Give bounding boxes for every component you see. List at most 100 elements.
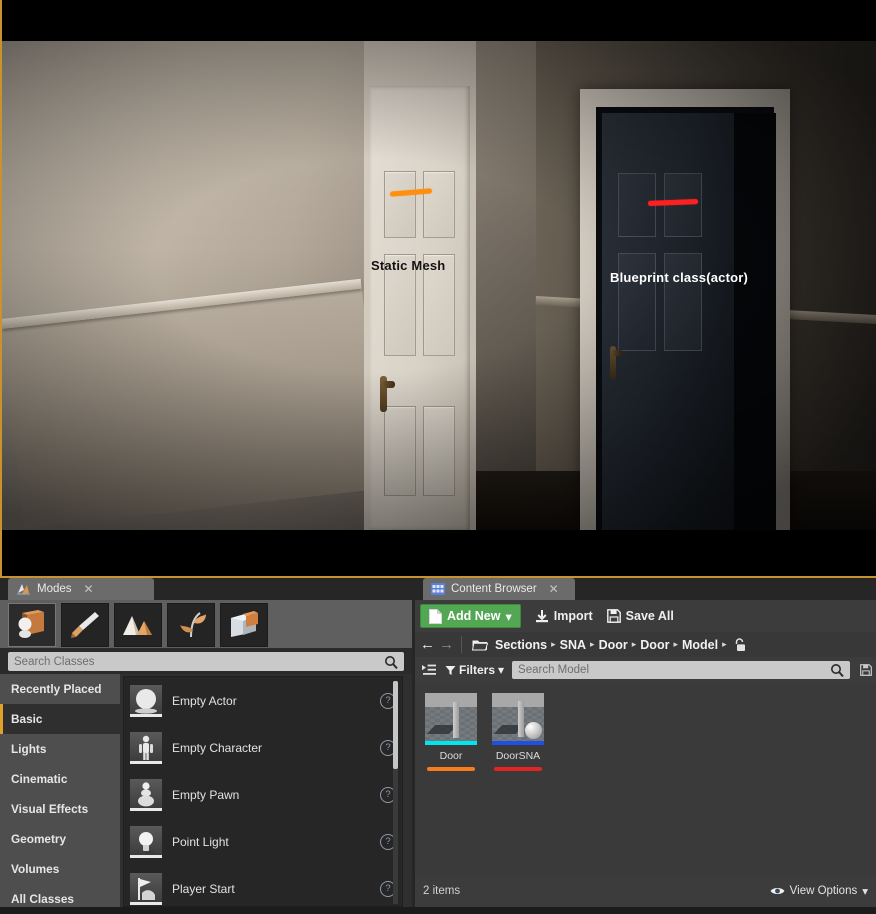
asset-card-doorsna[interactable]: DoorSNA xyxy=(492,693,544,771)
breadcrumb-item-sections[interactable]: Sections xyxy=(495,638,547,652)
breadcrumb-item-door-2[interactable]: Door xyxy=(640,638,669,652)
save-search-icon[interactable] xyxy=(860,664,872,676)
sidebar-item-basic[interactable]: Basic xyxy=(0,704,120,734)
sidebar-item-visual-effects[interactable]: Visual Effects xyxy=(0,794,120,824)
sidebar-item-all-classes[interactable]: All Classes xyxy=(0,884,120,914)
foliage-leaf-icon xyxy=(180,612,206,638)
close-icon[interactable]: ✕ xyxy=(549,583,559,595)
tab-modes[interactable]: Modes ✕ xyxy=(8,578,154,600)
asset-type-strip xyxy=(492,741,544,745)
landscape-mode-button[interactable] xyxy=(114,603,162,647)
sidebar-item-cinematic[interactable]: Cinematic xyxy=(0,764,120,794)
content-browser-asset-grid[interactable]: Door DoorSNA xyxy=(415,683,876,875)
door-panel xyxy=(664,253,702,351)
search-model-input[interactable]: Search Model xyxy=(512,661,850,679)
asset-thumbnail[interactable] xyxy=(492,693,544,745)
import-label: Import xyxy=(553,609,593,623)
sidebar-item-recently-placed[interactable]: Recently Placed xyxy=(0,674,120,704)
sidebar-item-volumes[interactable]: Volumes xyxy=(0,854,120,884)
content-browser-panel: Add New ▾ Import Save All ← → Sections ▸… xyxy=(415,600,876,907)
breadcrumb-caret-icon[interactable]: ▸ xyxy=(722,639,727,650)
thumb-door xyxy=(453,702,459,738)
folder-open-icon[interactable] xyxy=(472,638,488,651)
chevron-down-icon[interactable]: ▾ xyxy=(505,609,511,624)
geometry-box-icon xyxy=(231,611,258,637)
save-disk-icon xyxy=(606,609,621,623)
breadcrumb-caret-icon[interactable]: ▸ xyxy=(673,639,678,650)
sidebar-item-geometry[interactable]: Geometry xyxy=(0,824,120,854)
add-new-button[interactable]: Add New ▾ xyxy=(420,604,521,628)
modes-panel: Search Classes Recently Placed Basic Lig… xyxy=(0,600,412,907)
level-viewport[interactable]: Static Mesh Blueprint class(actor) xyxy=(0,0,876,578)
annotation-underline-door xyxy=(427,767,475,771)
content-browser-toolbar: Add New ▾ Import Save All xyxy=(415,600,876,632)
paint-mode-button[interactable] xyxy=(61,603,109,647)
bottom-dock-area: Modes ✕ Search Classes Recently Placed B… xyxy=(0,578,876,907)
search-icon[interactable] xyxy=(830,663,844,677)
placement-asset-list[interactable]: Empty Actor ? Empty Character ? Empty Pa… xyxy=(123,676,403,907)
view-options-button[interactable]: View Options ▾ xyxy=(770,884,868,898)
place-box-icon xyxy=(18,610,44,638)
chevron-down-icon[interactable]: ▾ xyxy=(498,663,504,677)
breadcrumb-caret-icon[interactable]: ▸ xyxy=(590,639,595,650)
view-options-label: View Options xyxy=(789,885,858,897)
item-count-label: 2 items xyxy=(423,885,461,897)
search-icon[interactable] xyxy=(384,655,398,669)
thumb-sky xyxy=(425,693,477,707)
scene-blueprint-door[interactable] xyxy=(602,113,734,530)
foliage-mode-button[interactable] xyxy=(167,603,215,647)
annotation-label-static-mesh: Static Mesh xyxy=(371,258,446,273)
scene-door-handle-left-lever xyxy=(383,381,395,388)
breadcrumb: ← → Sections ▸ SNA ▸ Door ▸ Door ▸ Model… xyxy=(415,632,876,657)
door-panel xyxy=(423,171,455,238)
list-item[interactable]: Empty Actor ? xyxy=(124,677,402,724)
tab-content-browser[interactable]: Content Browser ✕ xyxy=(423,578,575,600)
category-label: Lights xyxy=(11,742,47,756)
breadcrumb-item-sna[interactable]: SNA xyxy=(560,638,586,652)
viewport-scene-render[interactable]: Static Mesh Blueprint class(actor) xyxy=(2,41,876,530)
sources-panel-icon[interactable] xyxy=(421,663,437,677)
list-item[interactable]: Empty Pawn ? xyxy=(124,771,402,818)
filters-button[interactable]: Filters ▾ xyxy=(445,663,504,677)
landscape-icon xyxy=(123,616,152,635)
list-item[interactable]: Point Light ? xyxy=(124,818,402,865)
list-item[interactable]: Player Start ? xyxy=(124,865,402,906)
lightbulb-thumbnail xyxy=(130,825,162,858)
import-button[interactable]: Import xyxy=(535,609,593,623)
unreal-editor-window: Static Mesh Blueprint class(actor) Modes… xyxy=(0,0,876,907)
modes-icon xyxy=(16,582,31,596)
scene-middle-wall xyxy=(476,41,536,530)
asset-card-door[interactable]: Door xyxy=(425,693,477,771)
search-classes-placeholder: Search Classes xyxy=(14,655,95,668)
list-item-label: Point Light xyxy=(172,834,229,849)
category-label: Recently Placed xyxy=(11,682,102,696)
list-item[interactable]: Empty Character ? xyxy=(124,724,402,771)
asset-name: DoorSNA xyxy=(495,750,541,762)
arrow-right-icon[interactable]: → xyxy=(439,637,454,652)
search-model-placeholder: Search Model xyxy=(518,664,590,676)
breadcrumb-item-door[interactable]: Door xyxy=(599,638,628,652)
door-panel xyxy=(618,253,656,351)
modes-scrollbar-thumb[interactable] xyxy=(393,681,398,769)
close-icon[interactable]: ✕ xyxy=(84,583,94,595)
asset-thumbnail[interactable] xyxy=(425,693,477,745)
breadcrumb-caret-icon[interactable]: ▸ xyxy=(551,639,556,650)
lock-open-icon[interactable] xyxy=(733,637,746,652)
place-mode-button[interactable] xyxy=(8,603,56,647)
category-label: All Classes xyxy=(11,892,74,906)
save-all-button[interactable]: Save All xyxy=(606,609,674,623)
annotation-underline-doorsna xyxy=(494,767,542,771)
annotation-label-blueprint-class: Blueprint class(actor) xyxy=(610,270,749,285)
breadcrumb-item-model[interactable]: Model xyxy=(682,638,718,652)
search-classes-input[interactable]: Search Classes xyxy=(8,652,404,671)
breadcrumb-caret-icon[interactable]: ▸ xyxy=(632,639,637,650)
thumb-door xyxy=(518,701,524,737)
list-item-label: Player Start xyxy=(172,881,235,896)
sidebar-item-lights[interactable]: Lights xyxy=(0,734,120,764)
scene-static-mesh-door[interactable] xyxy=(370,86,470,530)
category-label: Cinematic xyxy=(11,772,68,786)
arrow-left-icon[interactable]: ← xyxy=(420,637,435,652)
geometry-editing-mode-button[interactable] xyxy=(220,603,268,647)
chevron-down-icon[interactable]: ▾ xyxy=(862,884,868,898)
modes-toolbar xyxy=(0,600,412,648)
